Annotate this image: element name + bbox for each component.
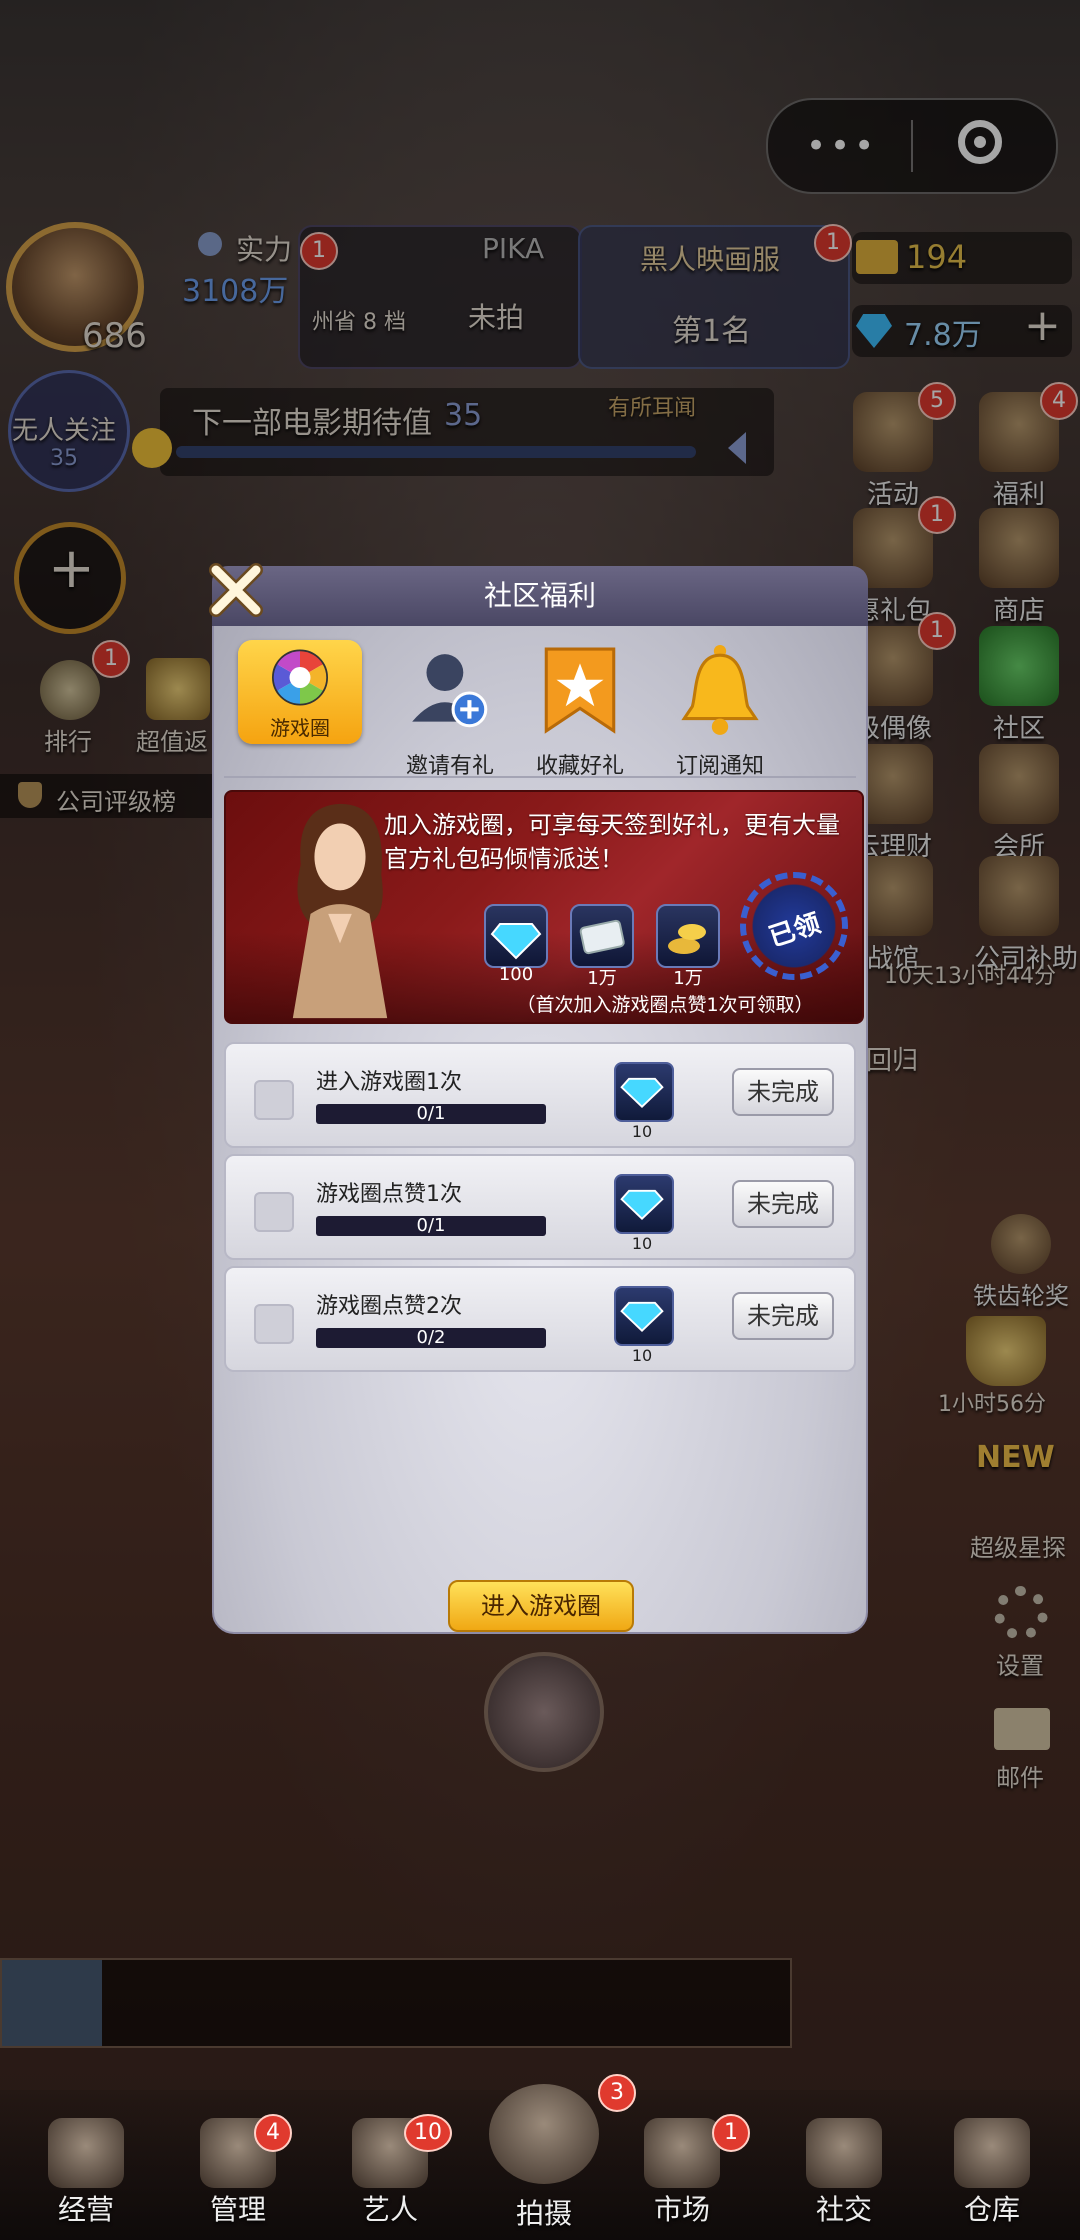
nav-storage-label: 仓库 — [963, 2193, 1020, 2226]
nav-artists-badge: 10 — [404, 2114, 452, 2152]
nav-manage-label: 管理 — [209, 2193, 266, 2226]
modal-overlay — [0, 0, 1080, 2240]
nav-market-badge: 1 — [712, 2114, 750, 2152]
market-icon — [644, 2118, 720, 2188]
popcorn-icon — [48, 2118, 124, 2188]
nav-shoot[interactable]: 拍摄 — [484, 2084, 604, 2232]
nav-shoot-label: 拍摄 — [515, 2197, 572, 2230]
close-icon[interactable] — [206, 560, 266, 620]
nav-manage-badge: 4 — [254, 2114, 292, 2152]
nav-social-label: 社交 — [815, 2193, 872, 2226]
nav-storage[interactable]: 仓库 — [932, 2118, 1052, 2228]
nav-operate[interactable]: 经营 — [26, 2118, 146, 2228]
chat-bar[interactable] — [0, 1958, 792, 2048]
nav-market-label: 市场 — [653, 2193, 710, 2226]
nav-artists-label: 艺人 — [361, 2193, 418, 2226]
center-emblem — [484, 1652, 604, 1772]
warehouse-icon — [954, 2118, 1030, 2188]
nav-shoot-badge: 3 — [598, 2074, 636, 2112]
film-camera-icon — [489, 2084, 599, 2184]
speaker-icon[interactable] — [2, 1960, 102, 2046]
nav-social[interactable]: 社交 — [784, 2118, 904, 2228]
nav-operate-label: 经营 — [57, 2193, 114, 2226]
social-icon — [806, 2118, 882, 2188]
